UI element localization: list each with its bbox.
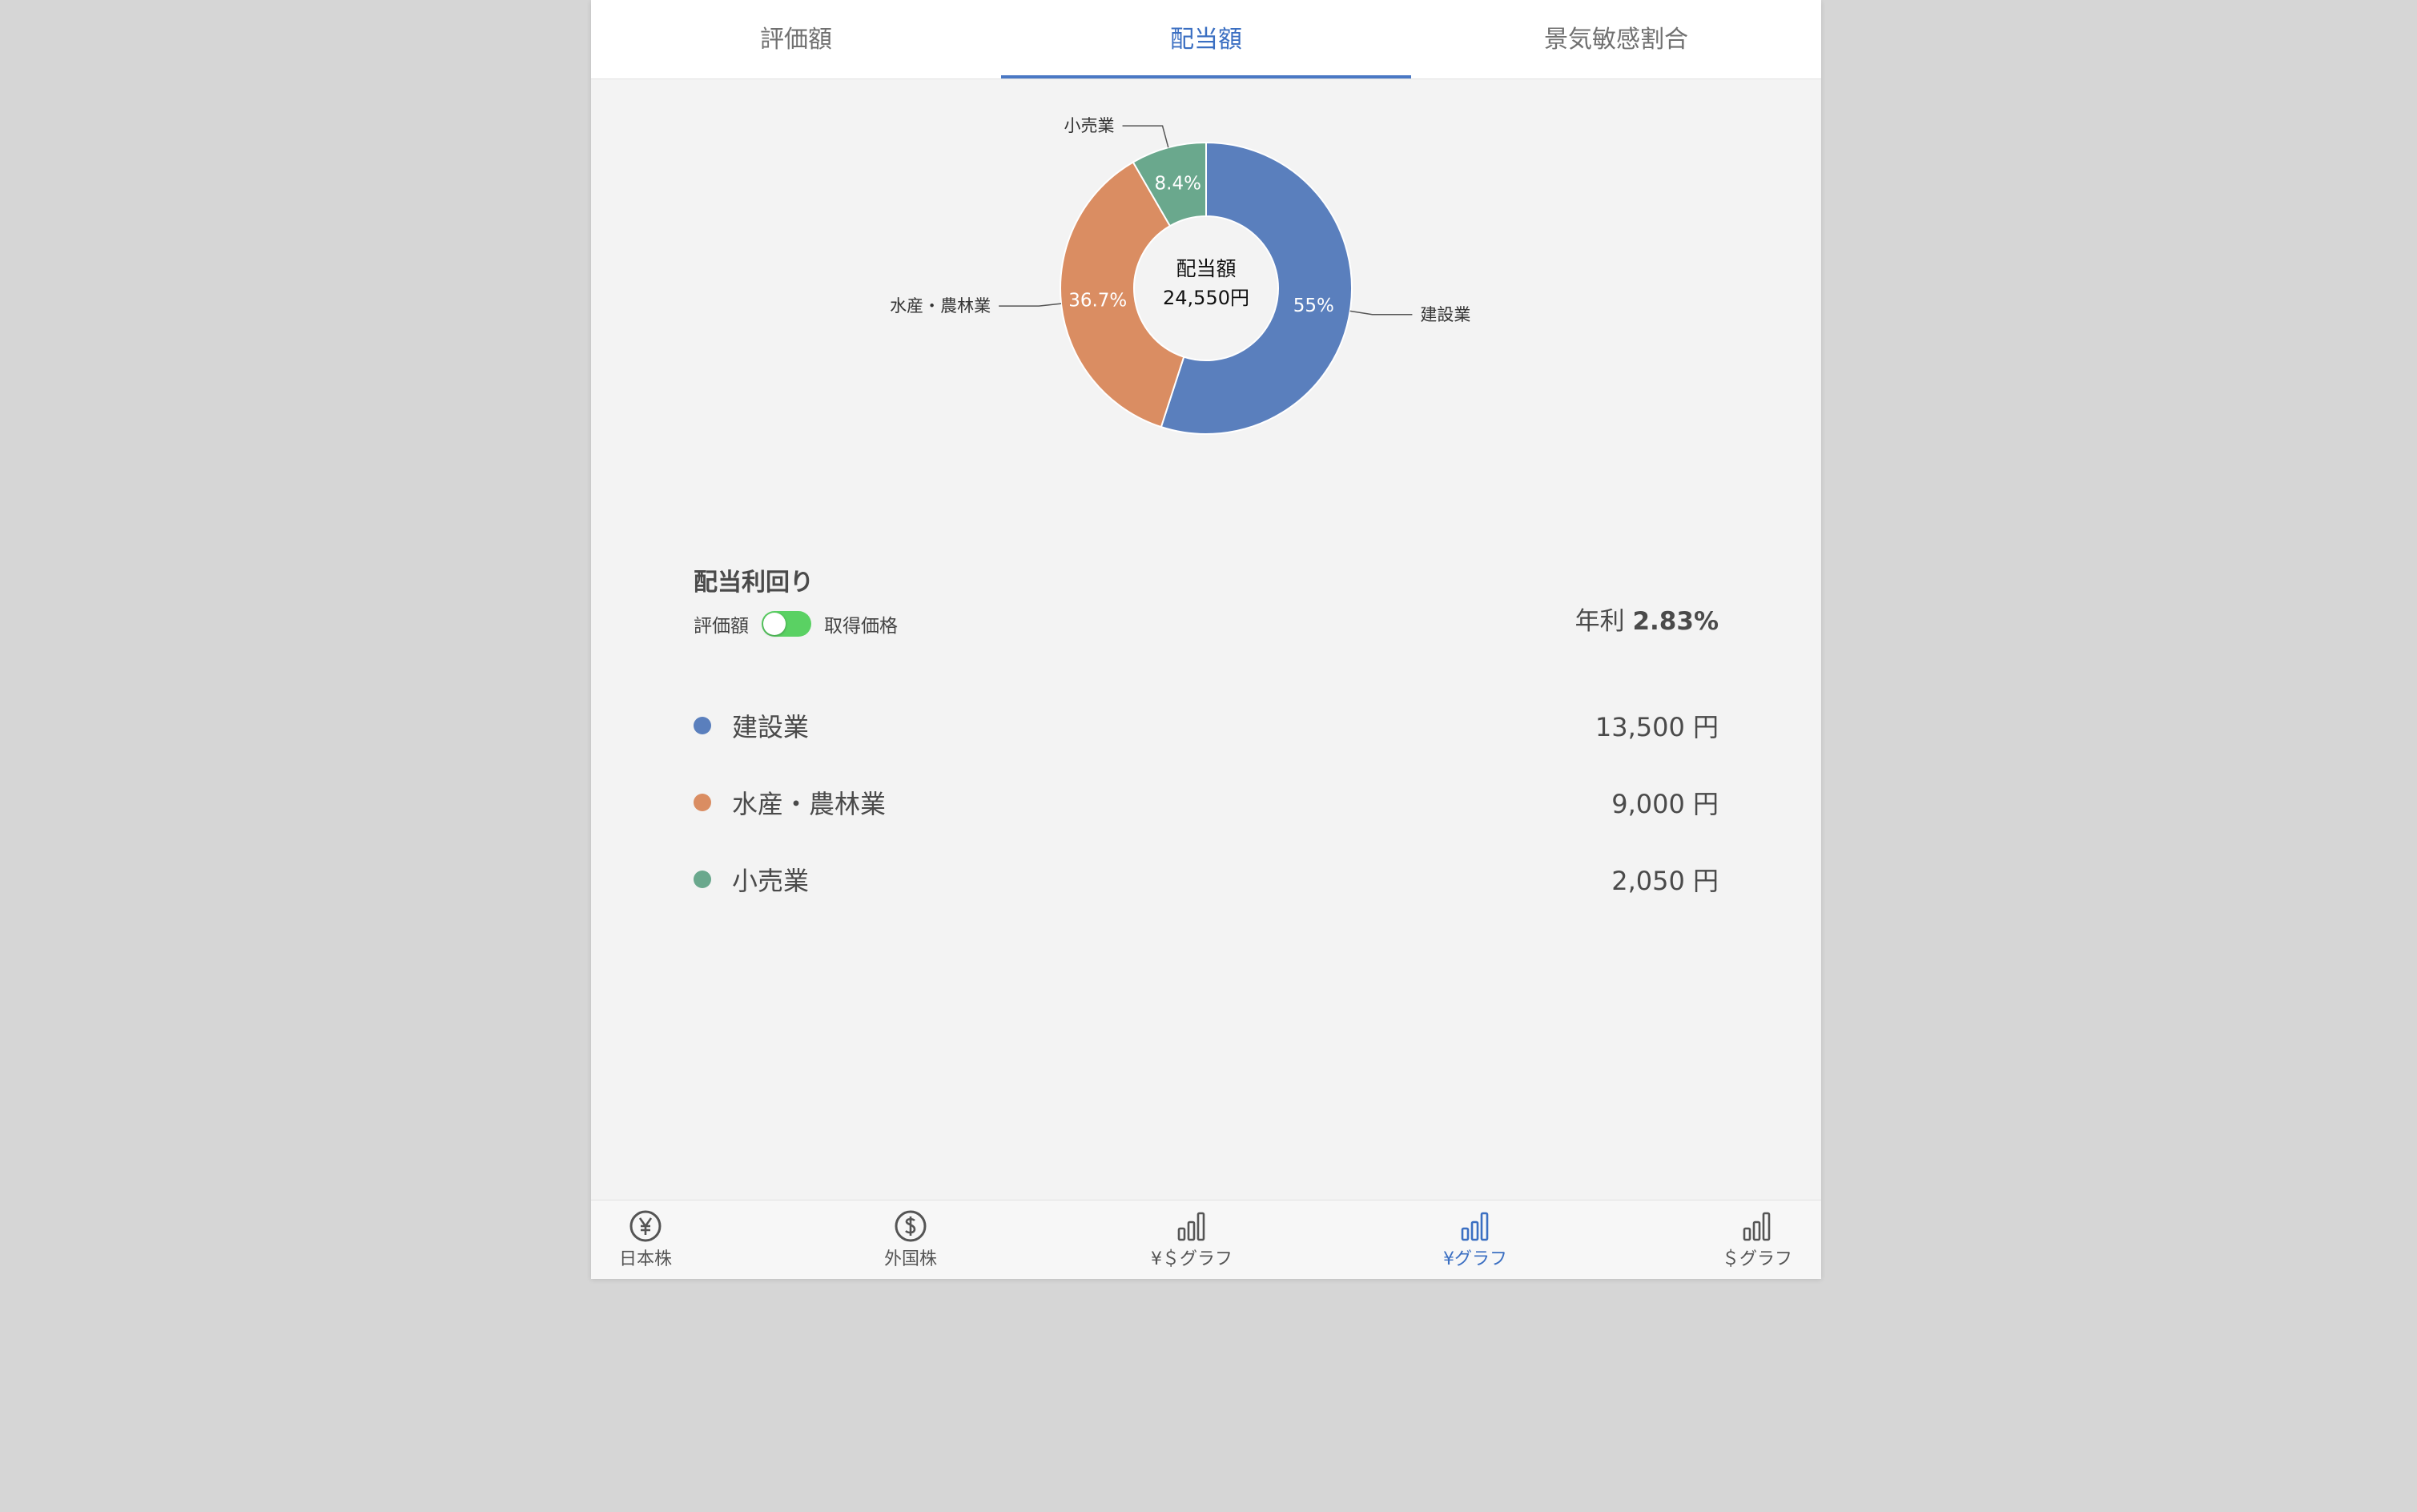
tab-valuation[interactable]: 評価額	[591, 0, 1001, 78]
toggle-right-label: 取得価格	[824, 616, 898, 637]
app-window: 評価額 配当額 景気敏感割合 55% 建設業 36.7% 水産・農林業 8.4% 小売業配…	[591, 0, 1821, 1279]
nav-yen-dollar-graph[interactable]: ¥＄グラフ	[1151, 1200, 1233, 1279]
nav-label: 外国株	[883, 1249, 938, 1269]
dollar-circle-icon	[895, 1210, 927, 1242]
legend-name: 建設業	[732, 712, 810, 742]
tab-label: 配当額	[1170, 26, 1242, 54]
callout-line	[1349, 310, 1413, 316]
callout-label: 小売業	[1064, 116, 1115, 135]
legend-amount: 13,500 円	[1595, 712, 1719, 742]
bottom-nav-bar: 日本株 外国株 ¥＄グラフ ¥グラフ ＄グラフ	[591, 1200, 1821, 1279]
annual-yield-value: 2.83%	[1632, 607, 1719, 636]
yield-basis-toggle[interactable]	[762, 611, 811, 637]
toggle-knob	[763, 613, 786, 635]
donut-center-title: 配当額	[1176, 257, 1236, 280]
nav-yen-graph[interactable]: ¥グラフ	[1443, 1200, 1507, 1279]
nav-label: ¥＄グラフ	[1151, 1249, 1233, 1269]
legend-name: 小売業	[732, 866, 810, 896]
donut-center-value: 24,550円	[1163, 287, 1249, 309]
legend-row-fishery-agriculture: 水産・農林業 9,000 円	[694, 764, 1719, 841]
legend-name: 水産・農林業	[732, 789, 887, 819]
callout-label: 建設業	[1420, 305, 1470, 324]
tab-dividend[interactable]: 配当額	[1001, 0, 1411, 78]
annual-yield-prefix: 年利	[1574, 607, 1625, 636]
legend-row-construction: 建設業 13,500 円	[694, 687, 1719, 764]
slice-percent-label: 36.7%	[1068, 290, 1127, 311]
legend-amount: 9,000 円	[1611, 789, 1719, 819]
legend-dot	[694, 717, 711, 734]
slice-percent-label: 55%	[1293, 296, 1334, 316]
callout-line	[999, 303, 1062, 307]
donut-svg: 55% 建設業 36.7% 水産・農林業 8.4% 小売業配当額 24,550円	[890, 116, 1470, 435]
dividend-donut-chart: 55% 建設業 36.7% 水産・農林業 8.4% 小売業配当額 24,550円	[591, 78, 1821, 511]
nav-label: 日本株	[618, 1249, 673, 1269]
tab-cyclical-ratio[interactable]: 景気敏感割合	[1411, 0, 1821, 78]
tab-label: 景気敏感割合	[1544, 26, 1688, 54]
legend-row-retail: 小売業 2,050 円	[694, 841, 1719, 918]
legend-dot	[694, 871, 711, 888]
callout-label: 水産・農林業	[890, 296, 991, 316]
bar-chart-icon	[1461, 1212, 1489, 1241]
nav-foreign-stocks[interactable]: 外国株	[884, 1200, 937, 1279]
annual-yield: 年利 2.83%	[1575, 601, 1719, 637]
yield-basis-toggle-row: 評価額 取得価格	[694, 610, 898, 637]
tab-label: 評価額	[760, 26, 832, 54]
slice-percent-label: 8.4%	[1155, 174, 1201, 195]
sector-legend-list: 建設業 13,500 円 水産・農林業 9,000 円 小売業 2,050 円	[694, 687, 1719, 918]
nav-japan-stocks[interactable]: 日本株	[619, 1200, 672, 1279]
bar-chart-icon	[1743, 1212, 1771, 1241]
callout-line	[1122, 125, 1169, 148]
yen-circle-icon	[629, 1210, 662, 1242]
nav-dollar-graph[interactable]: ＄グラフ	[1722, 1200, 1792, 1279]
nav-label: ¥グラフ	[1443, 1249, 1507, 1269]
toggle-left-label: 評価額	[694, 616, 749, 637]
yield-title: 配当利回り	[694, 569, 814, 597]
legend-amount: 2,050 円	[1611, 866, 1719, 896]
top-tab-bar: 評価額 配当額 景気敏感割合	[591, 0, 1821, 79]
bar-chart-icon	[1177, 1212, 1205, 1241]
nav-label: ＄グラフ	[1721, 1249, 1793, 1269]
legend-dot	[694, 794, 711, 811]
